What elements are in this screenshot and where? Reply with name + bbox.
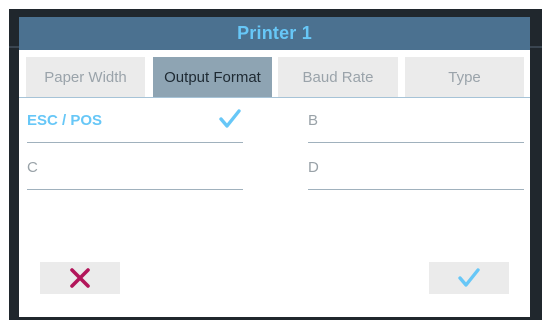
- option-label: B: [308, 111, 319, 129]
- output-format-options: ESC / POS B C D: [19, 98, 530, 208]
- tab-label: Paper Width: [44, 68, 127, 86]
- cancel-button[interactable]: [40, 262, 120, 294]
- close-icon: [70, 268, 90, 288]
- dialog-titlebar: Printer 1: [19, 17, 530, 50]
- option-d[interactable]: D: [308, 145, 524, 190]
- tab-label: Output Format: [164, 68, 261, 86]
- tab-label: Type: [448, 68, 481, 86]
- tab-output-format[interactable]: Output Format: [153, 57, 272, 97]
- confirm-button[interactable]: [429, 262, 509, 294]
- option-b[interactable]: B: [308, 98, 524, 143]
- checkmark-icon: [458, 268, 480, 287]
- tab-bar: Paper Width Output Format Baud Rate Type: [19, 50, 530, 98]
- dialog-title: Printer 1: [237, 23, 312, 43]
- option-label: C: [27, 158, 38, 176]
- option-esc-pos[interactable]: ESC / POS: [27, 98, 243, 143]
- tab-paper-width[interactable]: Paper Width: [26, 57, 145, 97]
- tab-label: Baud Rate: [302, 68, 374, 86]
- tab-baud-rate[interactable]: Baud Rate: [278, 57, 398, 97]
- tab-type[interactable]: Type: [405, 57, 524, 97]
- option-c[interactable]: C: [27, 145, 243, 190]
- printer-settings-dialog: Printer 1 Paper Width Output Format Baud…: [19, 17, 530, 317]
- option-label: D: [308, 158, 319, 176]
- option-label: ESC / POS: [27, 111, 103, 129]
- selected-check-icon: [219, 109, 241, 128]
